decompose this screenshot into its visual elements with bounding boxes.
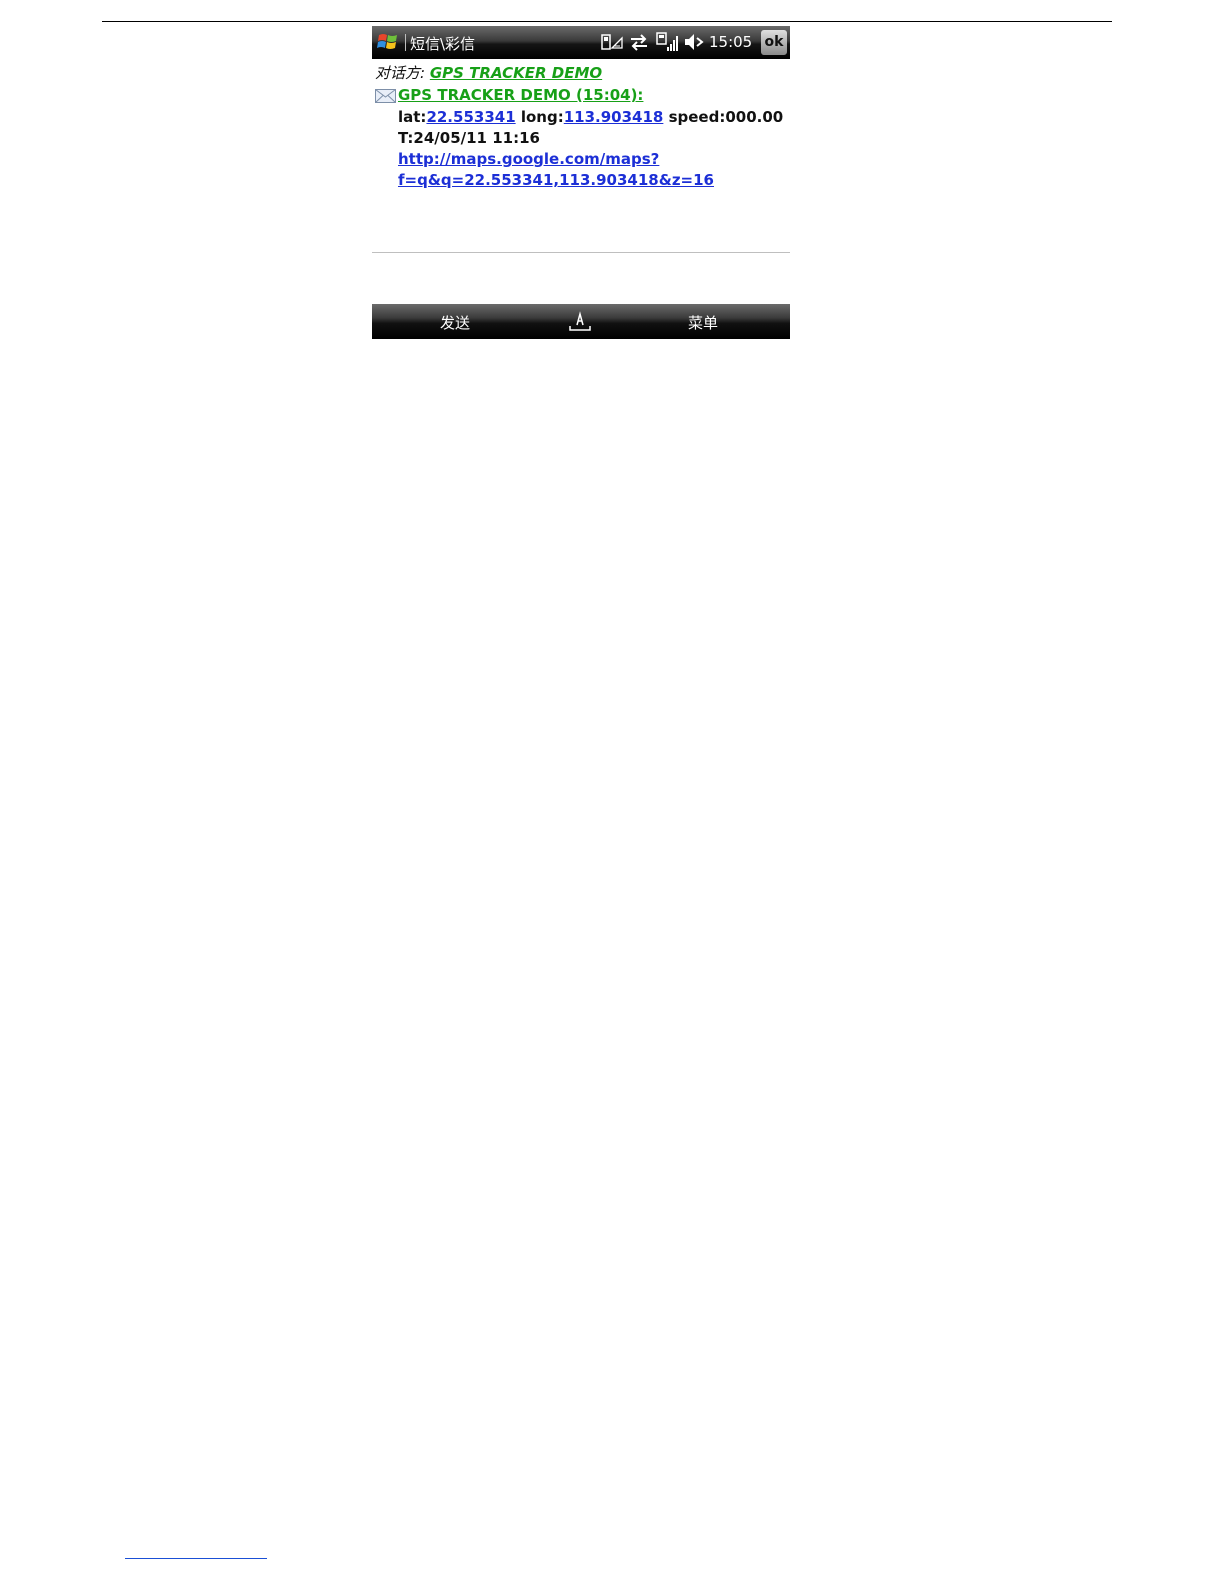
- clock[interactable]: 15:05: [709, 33, 752, 51]
- recipient-name-link[interactable]: GPS TRACKER DEMO: [430, 64, 602, 82]
- menu-softkey[interactable]: 菜单: [688, 312, 718, 333]
- map-link-line-2[interactable]: f=q&q=22.553341,113.903418&z=16: [398, 170, 783, 191]
- message-header-link[interactable]: GPS TRACKER DEMO (15:04):: [398, 86, 643, 104]
- long-label: long:: [515, 108, 564, 126]
- envelope-icon: [375, 89, 396, 103]
- keyboard-icon[interactable]: [569, 311, 591, 331]
- long-link[interactable]: 113.903418: [564, 108, 664, 126]
- recipient-label: 对话方:: [375, 64, 426, 82]
- coordinates-line: lat:22.553341 long:113.903418 speed:000.…: [398, 107, 783, 128]
- title-separator: [405, 34, 406, 51]
- ok-button[interactable]: ok: [761, 30, 787, 55]
- lat-label: lat:: [398, 108, 427, 126]
- softkey-bar: 发送 菜单: [372, 304, 790, 339]
- recipient-row: 对话方: GPS TRACKER DEMO: [375, 62, 602, 83]
- map-link-line-1[interactable]: http://maps.google.com/maps?: [398, 149, 783, 170]
- page-top-rule: [102, 21, 1112, 22]
- lat-link[interactable]: 22.553341: [426, 108, 515, 126]
- phone-screen: 短信\彩信 15:05 ok 对话方: GPS TRACKER DEMO GPS…: [372, 26, 790, 339]
- phone-signal-icon[interactable]: [601, 32, 623, 52]
- message-body: lat:22.553341 long:113.903418 speed:000.…: [398, 107, 783, 191]
- footnote-rule: [125, 1558, 267, 1559]
- title-bar: 短信\彩信 15:05 ok: [372, 26, 790, 59]
- speaker-muted-icon[interactable]: [683, 32, 705, 52]
- time-line: T:24/05/11 11:16: [398, 129, 540, 147]
- send-softkey[interactable]: 发送: [440, 312, 470, 333]
- signal-strength-icon[interactable]: [656, 32, 678, 52]
- speed-text: speed:000.00: [663, 108, 784, 126]
- windows-start-icon[interactable]: [376, 30, 400, 54]
- data-transfer-icon[interactable]: [629, 32, 649, 52]
- app-title: 短信\彩信: [410, 35, 476, 53]
- compose-divider: [372, 252, 790, 253]
